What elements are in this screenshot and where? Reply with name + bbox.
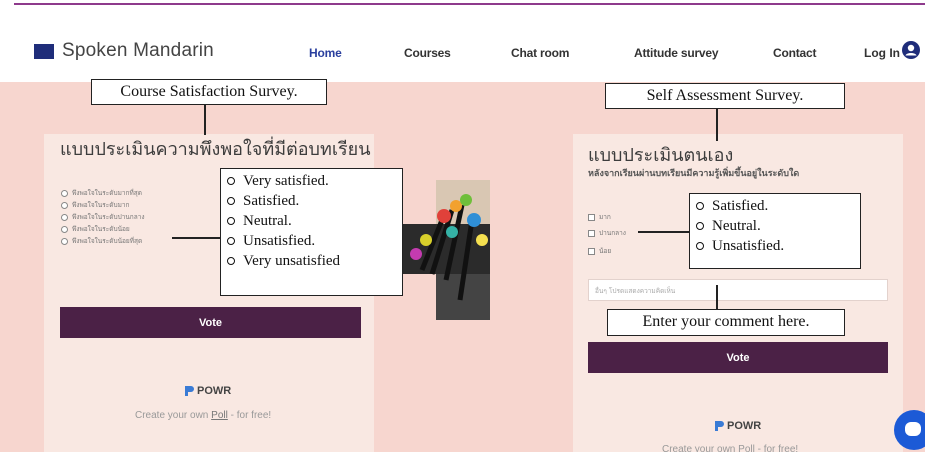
radio-icon[interactable] (61, 201, 68, 209)
radio-icon[interactable] (61, 213, 68, 221)
annotation-connector (638, 231, 689, 233)
nav-courses[interactable]: Courses (404, 46, 451, 60)
login-link[interactable]: Log In (864, 46, 900, 60)
nav-attitude-survey[interactable]: Attitude survey (634, 46, 719, 60)
self-assessment-levels-annotation: Satisfied. Neutral. Unsatisfied. (689, 193, 861, 269)
annotation-connector (204, 105, 206, 135)
annotation-connector (716, 109, 718, 141)
poll-option[interactable]: พึงพอใจในระดับน้อย (61, 224, 130, 234)
colored-pencils-image (402, 180, 490, 320)
user-circle-icon[interactable] (902, 41, 920, 59)
vote-button[interactable]: Vote (588, 342, 888, 373)
site-name: Spoken Mandarin (62, 40, 214, 61)
self-assessment-question: หลังจากเรียนผ่านบทเรียนมีความรู้เพิ่มขึ้… (588, 169, 800, 179)
poll-option[interactable]: มาก (588, 212, 611, 222)
bullet-icon (227, 237, 235, 245)
comment-input[interactable]: อื่นๆ โปรดแสดงความคิดเห็น (588, 279, 888, 301)
checkbox-icon[interactable] (588, 229, 595, 237)
create-poll-text: Create your own Poll - for free! (662, 444, 799, 452)
powr-brand[interactable]: POWR (715, 420, 761, 432)
poll-option[interactable]: พึงพอใจในระดับมากที่สุด (61, 188, 142, 198)
bullet-icon (227, 177, 235, 185)
logo-mark-icon (34, 43, 54, 59)
satisfaction-levels-annotation: Very satisfied. Satisfied. Neutral. Unsa… (220, 168, 403, 296)
annotation-connector (716, 285, 718, 309)
site-logo[interactable]: Spoken Mandarin (34, 40, 214, 62)
poll-option[interactable]: น้อย (588, 246, 611, 256)
create-poll-link[interactable]: Poll (211, 410, 228, 421)
annotation-connector (172, 237, 220, 239)
comment-annotation: Enter your comment here. (607, 309, 845, 336)
checkbox-icon[interactable] (588, 247, 595, 255)
bullet-icon (696, 202, 704, 210)
bullet-icon (227, 217, 235, 225)
radio-icon[interactable] (61, 189, 68, 197)
satisfaction-poll-title: แบบประเมินความพึงพอใจที่มีต่อบทเรียน (60, 139, 371, 160)
poll-option[interactable]: พึงพอใจในระดับมาก (61, 200, 129, 210)
poll-option[interactable]: ปานกลาง (588, 228, 626, 238)
self-assessment-annotation: Self Assessment Survey. (605, 83, 845, 109)
site-header: Spoken Mandarin Home Courses Chat room A… (0, 22, 925, 82)
bullet-icon (696, 242, 704, 250)
nav-chat-room[interactable]: Chat room (511, 46, 569, 60)
radio-icon[interactable] (61, 237, 68, 245)
checkbox-icon[interactable] (588, 213, 595, 221)
powr-logo-icon (715, 421, 724, 431)
chat-bubble-icon (905, 422, 921, 436)
self-assessment-title: แบบประเมินตนเอง (588, 145, 734, 166)
nav-home[interactable]: Home (309, 46, 342, 60)
radio-icon[interactable] (61, 225, 68, 233)
powr-logo-icon (185, 386, 194, 396)
bullet-icon (227, 197, 235, 205)
bullet-icon (227, 257, 235, 265)
create-poll-text: Create your own Poll - for free! (135, 410, 272, 421)
powr-brand[interactable]: POWR (185, 385, 231, 397)
nav-contact[interactable]: Contact (773, 46, 816, 60)
poll-option[interactable]: พึงพอใจในระดับน้อยที่สุด (61, 236, 142, 246)
vote-button[interactable]: Vote (60, 307, 361, 338)
top-accent-line (14, 3, 925, 5)
course-satisfaction-annotation: Course Satisfaction Survey. (91, 79, 327, 105)
poll-option[interactable]: พึงพอใจในระดับปานกลาง (61, 212, 145, 222)
bullet-icon (696, 222, 704, 230)
